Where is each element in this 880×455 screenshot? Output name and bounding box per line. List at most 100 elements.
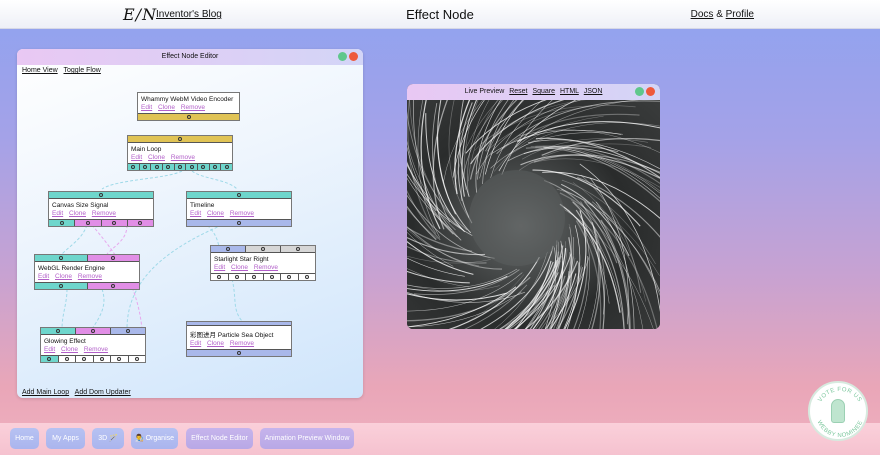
reset-link[interactable]: Reset [509, 88, 527, 95]
port[interactable] [299, 274, 316, 280]
node-whammy-encoder[interactable]: Whammy WebM Video Encoder Edit Clone Rem… [137, 92, 240, 121]
edit-link[interactable]: Edit [214, 264, 225, 271]
port[interactable] [211, 274, 229, 280]
port[interactable] [186, 164, 199, 170]
port[interactable] [187, 350, 291, 356]
port[interactable] [138, 114, 239, 120]
port[interactable] [58, 356, 76, 362]
port[interactable] [49, 192, 153, 198]
preview-titlebar[interactable]: Live Preview Reset Square HTML JSON [407, 84, 660, 100]
node-starlight-star-right[interactable]: Starlight Star Right Edit Clone Remove [210, 245, 316, 281]
port[interactable] [163, 164, 175, 170]
remove-link[interactable]: Remove [78, 273, 102, 280]
port[interactable] [229, 274, 246, 280]
node-main-loop[interactable]: Main Loop Edit Clone Remove [127, 135, 233, 171]
dock-my-apps-button[interactable]: My Apps [46, 428, 85, 449]
clone-link[interactable]: Clone [148, 154, 165, 161]
port[interactable] [211, 246, 246, 252]
remove-link[interactable]: Remove [254, 264, 278, 271]
clone-link[interactable]: Clone [231, 264, 248, 271]
node-canvas-size-signal[interactable]: Canvas Size Signal Edit Clone Remove [48, 191, 154, 227]
add-dom-updater-link[interactable]: Add Dom Updater [75, 389, 131, 396]
remove-link[interactable]: Remove [230, 340, 254, 347]
preview-canvas[interactable] [407, 84, 660, 329]
add-main-loop-link[interactable]: Add Main Loop [22, 389, 69, 396]
port[interactable] [198, 164, 210, 170]
port[interactable] [87, 283, 139, 289]
port[interactable] [127, 220, 153, 226]
dock-home-button[interactable]: Home [10, 428, 39, 449]
clone-link[interactable]: Clone [207, 210, 224, 217]
port[interactable] [210, 164, 222, 170]
clone-link[interactable]: Clone [158, 104, 175, 111]
close-button[interactable] [646, 87, 655, 96]
remove-link[interactable]: Remove [171, 154, 195, 161]
toggle-flow-link[interactable]: Toggle Flow [64, 67, 101, 74]
remove-link[interactable]: Remove [84, 346, 108, 353]
clone-link[interactable]: Clone [69, 210, 86, 217]
node-particle-sea-object[interactable]: 彩图进月 Particle Sea Object Edit Clone Remo… [186, 321, 292, 357]
port[interactable] [35, 283, 88, 289]
node-output-ports [35, 282, 139, 289]
port[interactable] [49, 220, 76, 226]
node-timeline[interactable]: Timeline Edit Clone Remove [186, 191, 292, 227]
port[interactable] [41, 328, 76, 334]
clone-link[interactable]: Clone [55, 273, 72, 280]
port[interactable] [281, 274, 299, 280]
node-glowing-effect[interactable]: Glowing Effect Edit Clone Remove [40, 327, 146, 363]
square-link[interactable]: Square [532, 88, 555, 95]
clone-link[interactable]: Clone [207, 340, 224, 347]
html-link[interactable]: HTML [560, 88, 579, 95]
port[interactable] [128, 136, 232, 142]
dock-effect-node-editor-button[interactable]: Effect Node Editor [186, 428, 253, 449]
port[interactable] [101, 220, 128, 226]
port[interactable] [246, 274, 264, 280]
port[interactable] [93, 356, 111, 362]
dock-3d-button[interactable]: 3D 🪄 [92, 428, 124, 449]
maximize-button[interactable] [635, 87, 644, 96]
close-button[interactable] [349, 52, 358, 61]
port[interactable] [175, 164, 187, 170]
clone-link[interactable]: Clone [61, 346, 78, 353]
port[interactable] [76, 356, 94, 362]
live-preview-window: Live Preview Reset Square HTML JSON [407, 84, 660, 329]
port[interactable] [111, 356, 129, 362]
port[interactable] [75, 220, 102, 226]
home-view-link[interactable]: Home View [22, 67, 58, 74]
port[interactable] [140, 164, 152, 170]
dock-animation-preview-button[interactable]: Animation Preview Window [260, 428, 354, 449]
port[interactable] [187, 192, 291, 198]
port[interactable] [281, 246, 315, 252]
remove-link[interactable]: Remove [230, 210, 254, 217]
port[interactable] [128, 356, 145, 362]
port[interactable] [187, 220, 291, 226]
remove-link[interactable]: Remove [181, 104, 205, 111]
port[interactable] [128, 164, 140, 170]
edit-link[interactable]: Edit [141, 104, 152, 111]
port[interactable] [35, 255, 88, 261]
edit-link[interactable]: Edit [190, 210, 201, 217]
edit-link[interactable]: Edit [52, 210, 63, 217]
editor-titlebar[interactable]: Effect Node Editor [17, 49, 363, 65]
maximize-button[interactable] [338, 52, 347, 61]
port[interactable] [111, 328, 145, 334]
port[interactable] [41, 356, 59, 362]
node-webgl-render-engine[interactable]: WebGL Render Engine Edit Clone Remove [34, 254, 140, 290]
port[interactable] [264, 274, 281, 280]
edit-link[interactable]: Edit [38, 273, 49, 280]
port[interactable] [87, 255, 139, 261]
webby-nominee-badge[interactable]: VOTE FOR US WEBBY NOMINEE [808, 381, 868, 441]
profile-link[interactable]: Profile [726, 9, 754, 20]
port[interactable] [246, 246, 281, 252]
port[interactable] [151, 164, 164, 170]
docs-link[interactable]: Docs [691, 9, 714, 20]
remove-link[interactable]: Remove [92, 210, 116, 217]
port[interactable] [221, 164, 232, 170]
edit-link[interactable]: Edit [190, 340, 201, 347]
port[interactable] [187, 322, 291, 325]
edit-link[interactable]: Edit [44, 346, 55, 353]
json-link[interactable]: JSON [584, 88, 603, 95]
dock-organise-button[interactable]: 👨‍🎨 Organise [131, 428, 178, 449]
port[interactable] [76, 328, 111, 334]
edit-link[interactable]: Edit [131, 154, 142, 161]
